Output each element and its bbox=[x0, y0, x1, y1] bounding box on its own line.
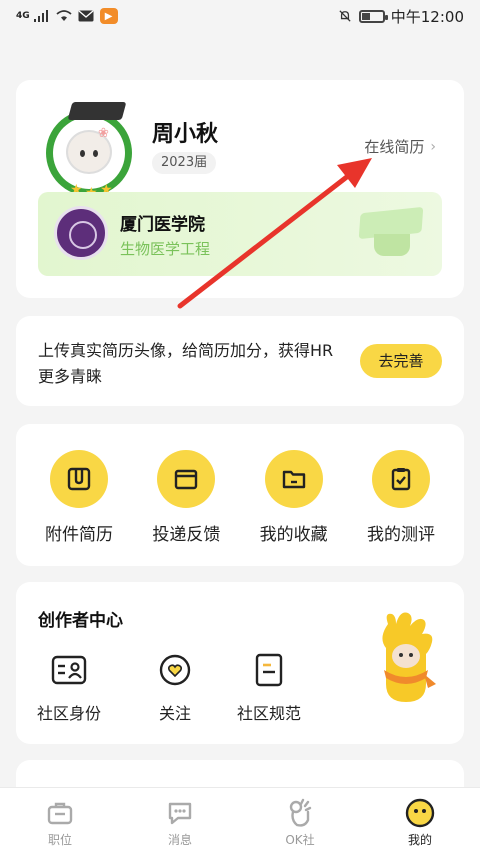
school-name: 厦门医学院 bbox=[120, 215, 205, 235]
action-my-favorites[interactable]: 我的收藏 bbox=[241, 450, 347, 566]
creator-item-label: 社区身份 bbox=[36, 704, 101, 723]
status-bar: 4G ▶ 中午12:00 bbox=[0, 0, 480, 32]
graduation-cap-icon bbox=[67, 102, 127, 120]
creator-item-community-identity[interactable]: 社区身份 bbox=[24, 652, 114, 724]
smiley-icon bbox=[405, 798, 435, 828]
mascot-illustration bbox=[382, 612, 436, 702]
creator-item-follow[interactable]: 关注 bbox=[130, 652, 220, 724]
creator-center-card: 创作者中心 社区身份 关注 社区规范 bbox=[16, 582, 464, 744]
online-resume-link[interactable]: 在线简历 › bbox=[364, 136, 436, 157]
bow-icon: ❀ bbox=[98, 126, 109, 141]
school-card[interactable]: 厦门医学院 生物医学工程 bbox=[38, 192, 442, 276]
mail-icon bbox=[78, 10, 94, 22]
battery-icon bbox=[358, 9, 388, 23]
clock: 中午12:00 bbox=[390, 7, 464, 26]
signal-icon bbox=[33, 10, 48, 22]
action-delivery-feedback[interactable]: 投递反馈 bbox=[133, 450, 239, 566]
nav-messages[interactable]: 消息 bbox=[120, 788, 240, 853]
creator-item-label: 关注 bbox=[158, 704, 191, 723]
clipboard-check-icon bbox=[371, 450, 430, 508]
action-attachment-resume[interactable]: 附件简历 bbox=[26, 450, 132, 566]
status-left: 4G ▶ bbox=[16, 8, 118, 24]
school-logo bbox=[54, 206, 108, 260]
creator-item-community-rules[interactable]: 社区规范 bbox=[224, 652, 314, 724]
online-resume-label: 在线简历 bbox=[364, 138, 425, 156]
action-label: 我的测评 bbox=[366, 525, 435, 545]
profile-card[interactable]: ❀ ★ ★ ★ 周小秋 2023届 在线简历 › 厦门医学院 生物医学工程 bbox=[16, 80, 464, 298]
tip-text: 上传真实简历头像，给简历加分，获得HR更多青睐 bbox=[38, 341, 334, 386]
action-my-assessment[interactable]: 我的测评 bbox=[348, 450, 454, 566]
id-card-icon bbox=[51, 652, 87, 688]
creator-item-label: 社区规范 bbox=[236, 704, 301, 723]
chevron-right-icon: › bbox=[430, 138, 436, 155]
network-type: 4G bbox=[16, 11, 30, 21]
graduation-year-badge: 2023届 bbox=[152, 152, 217, 174]
document-icon bbox=[251, 652, 287, 688]
nav-label: 我的 bbox=[407, 833, 432, 847]
user-name: 周小秋 bbox=[152, 122, 219, 147]
quick-actions-card: 附件简历 投递反馈 我的收藏 我的测评 bbox=[16, 424, 464, 566]
nav-mine[interactable]: 我的 bbox=[360, 788, 480, 853]
creator-center-title: 创作者中心 bbox=[38, 611, 123, 631]
mute-bell-icon bbox=[339, 10, 351, 22]
graduation-cap-icon bbox=[356, 206, 426, 258]
ok-hand-icon bbox=[285, 798, 315, 828]
complete-profile-button[interactable]: 去完善 bbox=[360, 344, 442, 378]
avatar-tip-card: 上传真实简历头像，给简历加分，获得HR更多青睐 去完善 bbox=[16, 316, 464, 406]
school-major: 生物医学工程 bbox=[120, 240, 211, 258]
action-label: 附件简历 bbox=[45, 525, 113, 545]
delivery-feedback-icon bbox=[157, 450, 216, 508]
nav-label: OK社 bbox=[285, 833, 315, 847]
briefcase-icon bbox=[45, 798, 75, 828]
nav-ok-community[interactable]: OK社 bbox=[240, 788, 360, 853]
message-icon bbox=[165, 798, 195, 828]
status-right: 中午12:00 bbox=[337, 6, 464, 27]
nav-label: 职位 bbox=[47, 833, 72, 847]
attachment-resume-icon bbox=[50, 450, 108, 508]
heart-icon bbox=[157, 652, 193, 688]
nav-jobs[interactable]: 职位 bbox=[0, 788, 120, 853]
action-label: 投递反馈 bbox=[152, 525, 221, 545]
wifi-icon bbox=[56, 10, 72, 21]
avatar[interactable]: ❀ ★ ★ ★ bbox=[44, 102, 140, 201]
app-notification-icon: ▶ bbox=[99, 8, 118, 24]
action-label: 我的收藏 bbox=[259, 525, 328, 545]
nav-label: 消息 bbox=[167, 833, 192, 847]
bottom-nav: 职位 消息 OK社 我的 bbox=[0, 787, 480, 853]
folder-icon bbox=[264, 450, 323, 508]
